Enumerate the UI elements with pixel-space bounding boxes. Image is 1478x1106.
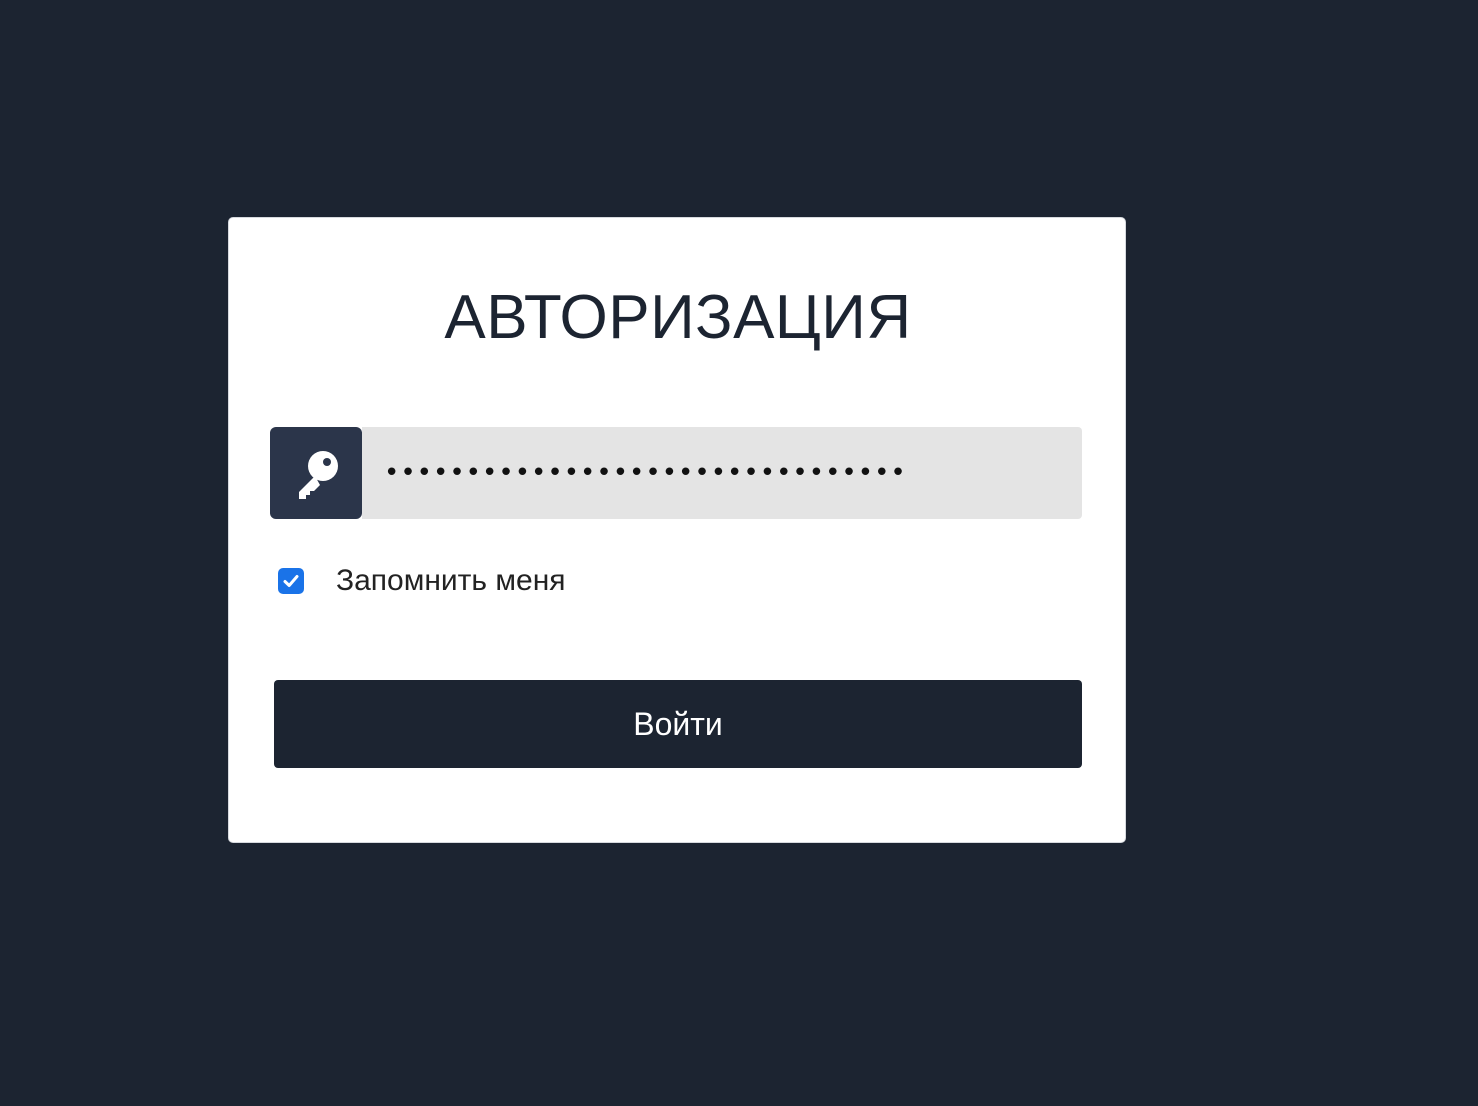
login-card: АВТОРИЗАЦИЯ Запомнить меня Войти	[228, 217, 1126, 843]
remember-label: Запомнить меня	[336, 564, 566, 597]
remember-checkbox[interactable]	[278, 568, 304, 594]
page-title: АВТОРИЗАЦИЯ	[444, 283, 912, 352]
remember-me[interactable]: Запомнить меня	[278, 564, 566, 597]
checkmark-icon	[283, 575, 299, 587]
password-input-group	[270, 427, 1082, 519]
key-icon-badge	[270, 427, 362, 519]
key-icon	[299, 451, 338, 499]
password-field[interactable]	[362, 427, 1082, 519]
login-button[interactable]: Войти	[274, 680, 1082, 768]
